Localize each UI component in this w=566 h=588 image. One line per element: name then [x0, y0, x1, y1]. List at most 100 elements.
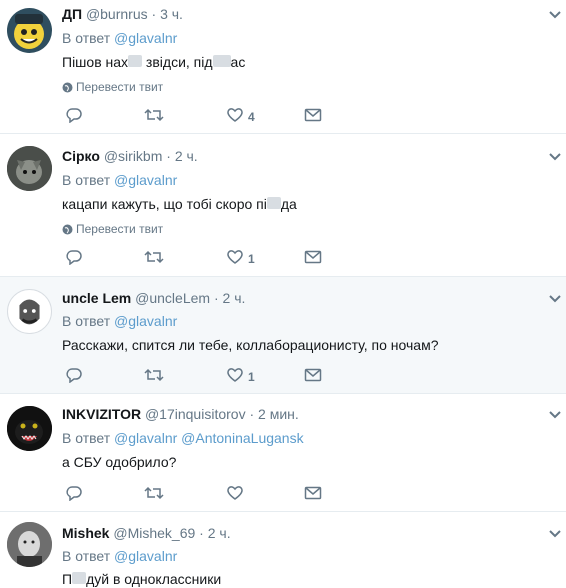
chevron-down-icon[interactable] [548, 294, 562, 304]
reply-icon [66, 368, 82, 383]
chevron-down-icon[interactable] [548, 529, 562, 539]
tweet[interactable]: Сірко @sirikbm · 2 ч. В ответ @glavalnr … [0, 134, 566, 277]
tweet-actions: 1 [62, 249, 362, 269]
like-count: 1 [248, 252, 255, 266]
timestamp[interactable]: 2 ч. [175, 148, 198, 164]
tweet-header: uncle Lem @uncleLem · 2 ч. [62, 290, 245, 306]
user-handle[interactable]: @Mishek_69 [113, 525, 195, 541]
separator-dot: · [166, 148, 171, 164]
display-name[interactable]: uncle Lem [62, 290, 131, 306]
reply-mention[interactable]: @glavalnr [114, 430, 177, 446]
display-name[interactable]: ДП [62, 6, 82, 22]
heart-icon [227, 108, 243, 122]
tweet-actions [62, 485, 362, 505]
tweet-text: Расскажи, спится ли тебе, коллаборациони… [62, 337, 439, 353]
message-button[interactable] [304, 249, 322, 269]
like-count: 4 [248, 110, 255, 124]
tweet-text: П█дуй в одноклассники [62, 571, 222, 587]
reply-context: В ответ @glavalnr [62, 30, 177, 46]
retweet-icon [144, 368, 164, 382]
tweet[interactable]: ДП @burnrus · 3 ч. В ответ @glavalnr Піш… [0, 0, 566, 134]
separator-dot: · [249, 406, 255, 422]
tweet-text: кацапи кажуть, що тобі скоро пі█да [62, 196, 297, 212]
envelope-icon [304, 250, 322, 264]
avatar[interactable] [7, 289, 52, 334]
globe-icon [62, 82, 73, 93]
reply-mention[interactable]: @glavalnr [114, 313, 177, 329]
separator-dot: · [151, 6, 157, 22]
reply-icon [66, 108, 82, 123]
envelope-icon [304, 486, 322, 500]
censor-block: █ [72, 572, 87, 584]
reply-mention[interactable]: @glavalnr [114, 548, 177, 564]
avatar[interactable] [7, 406, 52, 451]
retweet-icon [144, 108, 164, 122]
heart-icon [227, 250, 243, 264]
tweet-actions: 1 [62, 367, 362, 387]
retweet-button[interactable] [144, 107, 164, 127]
translate-link[interactable]: Перевести твит [62, 80, 163, 94]
chevron-down-icon[interactable] [548, 10, 562, 20]
envelope-icon [304, 108, 322, 122]
message-button[interactable] [304, 107, 322, 127]
reply-mention[interactable]: @glavalnr [114, 30, 177, 46]
reply-mention[interactable]: @AntoninaLugansk [181, 430, 303, 446]
envelope-icon [304, 368, 322, 382]
display-name[interactable]: Сірко [62, 148, 100, 164]
heart-icon [227, 368, 243, 382]
censor-block: █ [128, 55, 143, 67]
retweet-button[interactable] [144, 485, 164, 505]
user-handle[interactable]: @17inquisitorov [145, 406, 246, 422]
user-handle[interactable]: @sirikbm [104, 148, 163, 164]
reply-icon [66, 486, 82, 501]
retweet-button[interactable] [144, 249, 164, 269]
retweet-button[interactable] [144, 367, 164, 387]
message-button[interactable] [304, 367, 322, 387]
reply-context: В ответ @glavalnr @AntoninaLugansk [62, 430, 304, 446]
user-handle[interactable]: @burnrus [86, 6, 148, 22]
tweet[interactable]: INKVIZITOR @17inquisitorov · 2 мин. В от… [0, 394, 566, 512]
reply-context: В ответ @glavalnr [62, 172, 177, 188]
reply-button[interactable] [66, 107, 82, 127]
reply-prefix: В ответ [62, 172, 111, 188]
like-button[interactable]: 1 [226, 367, 255, 387]
avatar[interactable] [7, 8, 52, 53]
timestamp[interactable]: 2 ч. [223, 290, 246, 306]
like-count: 1 [248, 370, 255, 384]
reply-button[interactable] [66, 249, 82, 269]
tweet-actions: 4 [62, 107, 362, 127]
censor-block: █ [266, 197, 281, 209]
avatar[interactable] [7, 522, 52, 567]
reply-prefix: В ответ [62, 30, 111, 46]
separator-dot: · [199, 525, 204, 541]
like-button[interactable] [226, 485, 244, 505]
like-button[interactable]: 1 [226, 249, 255, 269]
chevron-down-icon[interactable] [548, 410, 562, 420]
tweet-header: Сірко @sirikbm · 2 ч. [62, 148, 198, 164]
user-handle[interactable]: @uncleLem [135, 290, 210, 306]
reply-button[interactable] [66, 485, 82, 505]
globe-icon [62, 224, 73, 235]
reply-prefix: В ответ [62, 313, 111, 329]
translate-link[interactable]: Перевести твит [62, 222, 163, 236]
retweet-icon [144, 486, 164, 500]
reply-button[interactable] [66, 367, 82, 387]
tweet-text: а СБУ одобрило? [62, 454, 177, 470]
timestamp[interactable]: 2 мин. [258, 406, 299, 422]
tweet[interactable]: uncle Lem @uncleLem · 2 ч. В ответ @glav… [0, 277, 566, 394]
like-button[interactable]: 4 [226, 107, 255, 127]
message-button[interactable] [304, 485, 322, 505]
avatar[interactable] [7, 146, 52, 191]
timestamp[interactable]: 3 ч. [160, 6, 183, 22]
timestamp[interactable]: 2 ч. [208, 525, 231, 541]
display-name[interactable]: INKVIZITOR [62, 406, 141, 422]
tweet[interactable]: Mishek @Mishek_69 · 2 ч. В ответ @glaval… [0, 512, 566, 588]
reply-mention[interactable]: @glavalnr [114, 172, 177, 188]
tweet-header: Mishek @Mishek_69 · 2 ч. [62, 525, 231, 541]
tweet-text: Пішов нах█ звідси, під██ас [62, 54, 246, 70]
censor-block: ██ [212, 55, 231, 67]
reply-icon [66, 250, 82, 265]
chevron-down-icon[interactable] [548, 152, 562, 162]
reply-context: В ответ @glavalnr [62, 313, 177, 329]
display-name[interactable]: Mishek [62, 525, 109, 541]
